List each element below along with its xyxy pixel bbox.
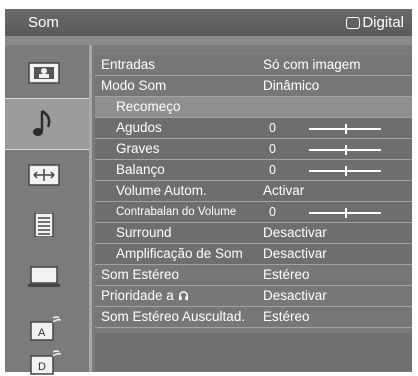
row-label: Modo Som bbox=[101, 78, 167, 93]
menu-row-som-estereo[interactable]: Som Estéreo Estéreo bbox=[95, 265, 412, 286]
row-value: Desactivar bbox=[263, 288, 327, 303]
row-value: Só com imagem bbox=[263, 57, 361, 72]
sidebar-item-screen[interactable] bbox=[5, 151, 89, 201]
source-icon bbox=[346, 16, 361, 29]
row-value: Estéreo bbox=[263, 267, 310, 282]
headphone-icon bbox=[178, 291, 188, 301]
row-value: Desactivar bbox=[263, 225, 327, 240]
svg-text:A: A bbox=[38, 327, 46, 339]
header-separator bbox=[5, 36, 412, 45]
slider-knob[interactable] bbox=[345, 208, 347, 218]
row-label: Balanço bbox=[116, 162, 165, 177]
sidebar-item-display[interactable] bbox=[5, 253, 89, 303]
row-label: Entradas bbox=[101, 57, 156, 72]
row-label: Prioridade a bbox=[101, 288, 174, 303]
tv-menu-window: Som Digital A D Entradas Só com imagem M… bbox=[5, 9, 412, 375]
row-label: Som Estéreo Auscultad. bbox=[101, 309, 246, 324]
row-value: Activar bbox=[263, 183, 305, 198]
row-label: Agudos bbox=[116, 120, 162, 135]
row-label: Volume Autom. bbox=[116, 183, 207, 198]
menu-row-prioridade[interactable]: Prioridade a Desactivar bbox=[95, 286, 412, 307]
row-label: Som Estéreo bbox=[101, 267, 180, 282]
slider-knob[interactable] bbox=[345, 145, 347, 155]
sidebar-divider bbox=[89, 45, 92, 372]
bass-slider[interactable] bbox=[309, 145, 381, 155]
menu-empty-area bbox=[95, 333, 412, 371]
input-source: Digital bbox=[346, 14, 404, 31]
title-bar: Som Digital bbox=[5, 9, 412, 36]
row-value: 0 bbox=[269, 142, 276, 156]
digital-channel-icon: D bbox=[30, 350, 62, 375]
sound-settings-menu: Entradas Só com imagem Modo Som Dinâmico… bbox=[95, 55, 412, 328]
menu-row-surround[interactable]: Surround Desactivar bbox=[95, 223, 412, 244]
slider-knob[interactable] bbox=[345, 166, 347, 176]
row-value: Desactivar bbox=[263, 246, 327, 261]
row-label: Recomeço bbox=[116, 99, 181, 114]
row-value: Dinâmico bbox=[263, 78, 320, 93]
balance-slider[interactable] bbox=[309, 166, 381, 176]
row-label: Contrabalan do Volume bbox=[116, 206, 237, 218]
row-label: Surround bbox=[116, 225, 172, 240]
menu-row-modo-som[interactable]: Modo Som Dinâmico bbox=[95, 76, 412, 97]
menu-row-volume-autom[interactable]: Volume Autom. Activar bbox=[95, 181, 412, 202]
music-note-icon bbox=[33, 109, 51, 136]
row-value: 0 bbox=[269, 205, 276, 219]
analog-channel-icon: A bbox=[30, 316, 62, 341]
menu-row-contrabalan-volume[interactable]: Contrabalan do Volume 0 bbox=[95, 202, 412, 223]
input-source-label: Digital bbox=[362, 14, 404, 31]
row-value: 0 bbox=[269, 163, 276, 177]
sidebar-item-digital[interactable]: D bbox=[5, 350, 89, 375]
menu-row-som-estereo-auscultad[interactable]: Som Estéreo Auscultad. Estéreo bbox=[95, 307, 412, 328]
menu-row-balanco[interactable]: Balanço 0 bbox=[95, 160, 412, 181]
menu-row-graves[interactable]: Graves 0 bbox=[95, 139, 412, 160]
row-label: Amplificação de Som bbox=[116, 246, 243, 261]
menu-row-entradas[interactable]: Entradas Só com imagem bbox=[95, 55, 412, 76]
sidebar-item-analog[interactable]: A bbox=[5, 304, 89, 354]
volume-offset-slider[interactable] bbox=[309, 208, 381, 218]
picture-icon bbox=[28, 62, 60, 84]
sidebar: A D bbox=[5, 45, 89, 375]
menu-row-recomeco[interactable]: Recomeço bbox=[95, 97, 412, 118]
menu-row-agudos[interactable]: Agudos 0 bbox=[95, 118, 412, 139]
sidebar-item-picture[interactable] bbox=[5, 49, 89, 99]
sidebar-item-sound[interactable] bbox=[5, 98, 89, 150]
settings-list-icon bbox=[34, 213, 54, 237]
menu-row-amplificacao-som[interactable]: Amplificação de Som Desactivar bbox=[95, 244, 412, 265]
screen-fit-icon bbox=[28, 164, 60, 186]
row-label-with-icon: Prioridade a bbox=[101, 286, 189, 306]
menu-title: Som bbox=[28, 14, 59, 31]
row-label: Graves bbox=[116, 141, 160, 156]
row-value: Estéreo bbox=[263, 309, 310, 324]
monitor-icon bbox=[28, 266, 60, 287]
treble-slider[interactable] bbox=[309, 124, 381, 134]
slider-knob[interactable] bbox=[345, 124, 347, 134]
row-value: 0 bbox=[269, 121, 276, 135]
svg-text:D: D bbox=[38, 361, 46, 373]
sidebar-item-setup[interactable] bbox=[5, 201, 89, 251]
